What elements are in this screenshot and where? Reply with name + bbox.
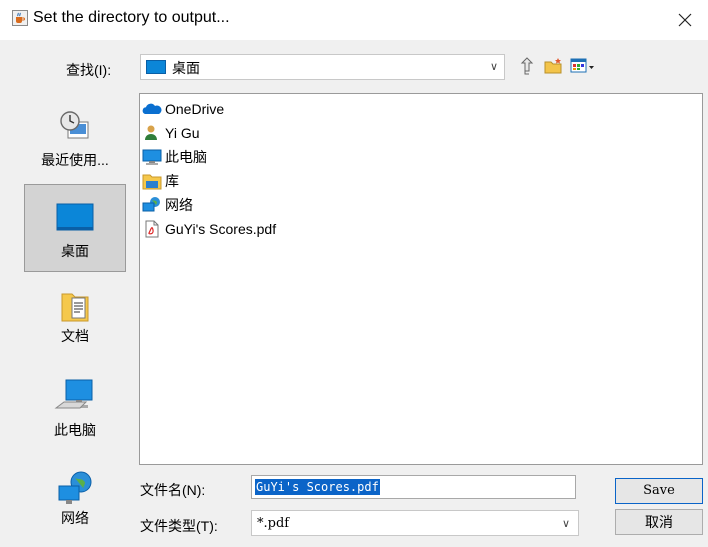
save-button[interactable]: Save (615, 478, 703, 504)
view-menu-button[interactable] (569, 55, 599, 79)
user-icon (145, 125, 157, 140)
sidebar-item-network[interactable]: 网络 (24, 458, 126, 544)
desktop-icon (56, 203, 94, 231)
up-one-level-button[interactable] (516, 55, 540, 79)
look-in-value: 桌面 (172, 60, 200, 76)
chevron-down-icon: ∨ (489, 61, 498, 73)
filename-value: GuYi's Scores.pdf (255, 479, 380, 495)
sidebar-item-label: 文档 (61, 328, 89, 344)
list-item-network[interactable]: 网络 (142, 194, 193, 216)
up-one-level-icon (520, 57, 534, 75)
sidebar-item-label: 桌面 (61, 243, 89, 259)
list-item-label: 库 (165, 173, 179, 189)
sidebar-item-documents[interactable]: 文档 (24, 278, 126, 364)
view-menu-icon (570, 58, 594, 73)
filetype-value: *.pdf (257, 516, 290, 531)
file-list[interactable]: OneDrive Yi Gu 此电脑 库 网络 GuYi's Scores.pd… (139, 93, 703, 465)
sidebar-item-this-pc[interactable]: 此电脑 (24, 368, 126, 454)
new-folder-button[interactable] (543, 55, 567, 79)
dialog-body: 查找(I): 桌面 ∨ 最近使用... 桌面 文档 此电脑 网络 OneDriv… (0, 40, 708, 547)
list-item-pdf-file[interactable]: GuYi's Scores.pdf (142, 218, 276, 240)
list-item-onedrive[interactable]: OneDrive (142, 98, 224, 120)
network-icon (142, 197, 160, 212)
desktop-icon (146, 60, 166, 74)
window-title: Set the directory to output... (33, 9, 230, 26)
pdf-file-icon (145, 220, 159, 238)
look-in-label: 查找(I): (66, 62, 112, 78)
cancel-button[interactable]: 取消 (615, 509, 703, 535)
places-sidebar: 最近使用... 桌面 文档 此电脑 网络 (0, 88, 130, 546)
sidebar-item-label: 此电脑 (54, 422, 96, 438)
look-in-dropdown[interactable]: 桌面 ∨ (140, 54, 505, 80)
filetype-label: 文件类型(T): (140, 518, 218, 534)
list-item-yi-gu[interactable]: Yi Gu (142, 122, 200, 144)
sidebar-item-recent[interactable]: 最近使用... (24, 88, 126, 174)
list-item-label: 网络 (165, 197, 193, 213)
list-item-this-pc[interactable]: 此电脑 (142, 146, 207, 168)
computer-icon (54, 379, 93, 409)
computer-icon (142, 149, 162, 165)
filename-label: 文件名(N): (140, 482, 206, 498)
filetype-dropdown[interactable]: *.pdf ∨ (251, 510, 579, 536)
java-cup-icon (12, 10, 28, 26)
list-item-library[interactable]: 库 (142, 170, 179, 192)
new-folder-icon (544, 58, 562, 74)
sidebar-item-label: 网络 (61, 510, 89, 526)
documents-icon (61, 293, 89, 322)
library-icon (142, 174, 162, 190)
recent-items-icon (60, 111, 89, 139)
close-button[interactable] (662, 0, 708, 40)
list-item-label: Yi Gu (165, 125, 200, 141)
onedrive-icon (142, 103, 162, 114)
title-bar: Set the directory to output... (0, 0, 708, 40)
network-icon (58, 471, 92, 504)
list-item-label: GuYi's Scores.pdf (165, 221, 277, 237)
list-item-label: OneDrive (165, 101, 225, 117)
list-item-label: 此电脑 (165, 149, 207, 165)
filename-input[interactable]: GuYi's Scores.pdf (251, 475, 576, 499)
close-icon (678, 13, 692, 27)
sidebar-item-label: 最近使用... (41, 152, 109, 168)
chevron-down-icon: ∨ (561, 518, 570, 530)
sidebar-item-desktop[interactable]: 桌面 (24, 184, 126, 272)
